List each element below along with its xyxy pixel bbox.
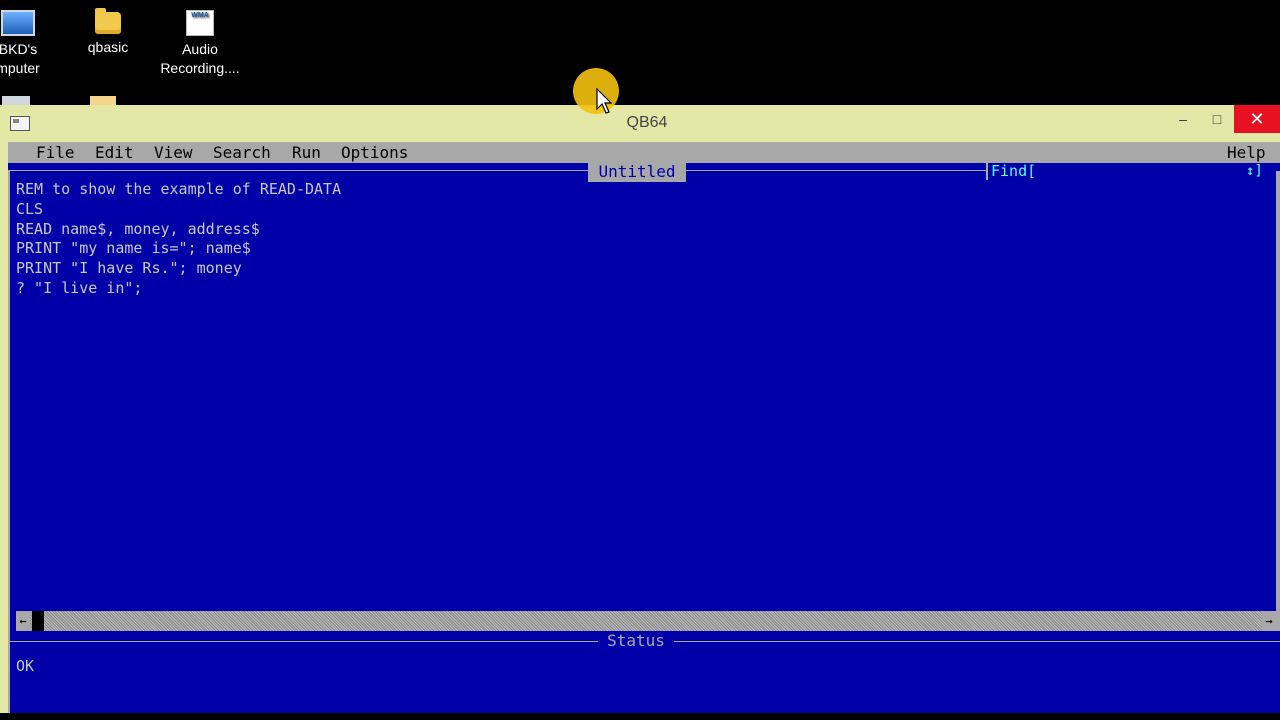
audio-file-icon: WMA [186, 10, 214, 36]
desktop-icon-label: Audio [182, 41, 218, 57]
menu-bar: File Edit View Search Run Options Help [8, 142, 1280, 163]
maximize-button[interactable]: □ [1200, 105, 1234, 133]
desktop-icon-label: qbasic [87, 39, 129, 55]
horizontal-scrollbar[interactable]: ← → [16, 611, 1276, 631]
scroll-left-arrow-icon[interactable]: ← [16, 611, 30, 631]
folder-icon [95, 8, 121, 34]
code-line[interactable]: REM to show the example of READ-DATA [16, 180, 341, 200]
menu-search[interactable]: Search [213, 142, 271, 163]
editor-left-border [8, 171, 10, 713]
desktop-icon-audio-recording[interactable]: WMA Audio Recording.... [150, 10, 250, 78]
find-label: Find[ [991, 162, 1037, 180]
status-title: Status [607, 631, 665, 650]
folder-icon[interactable] [90, 96, 116, 105]
editor-title: Untitled [588, 161, 686, 182]
window-bottom-edge [0, 713, 1280, 720]
find-arrows-icon[interactable]: ↕] [1246, 161, 1263, 182]
recycle-bin-icon[interactable] [2, 96, 30, 105]
menu-help[interactable]: Help [1227, 142, 1266, 163]
title-bar[interactable]: QB64 – □ ✕ [0, 105, 1280, 142]
close-button[interactable]: ✕ [1234, 105, 1280, 133]
editor-frame-top [686, 170, 988, 171]
computer-icon [1, 10, 35, 36]
code-editor[interactable]: REM to show the example of READ-DATA CLS… [16, 180, 341, 299]
menu-options[interactable]: Options [341, 142, 408, 163]
desktop-icon-label: mputer [0, 60, 40, 76]
desktop-icon-qbasic[interactable]: qbasic [58, 8, 158, 57]
status-text: OK [16, 657, 35, 675]
menu-run[interactable]: Run [292, 142, 321, 163]
mouse-pointer-icon [596, 88, 612, 114]
menu-file[interactable]: File [36, 142, 75, 163]
find-box[interactable]: Find[ ↕] [986, 161, 1280, 182]
editor-frame-top [8, 170, 588, 171]
menu-view[interactable]: View [154, 142, 193, 163]
qb64-console: File Edit View Search Run Options Help U… [8, 142, 1280, 713]
code-line[interactable]: ? "I live in"; [16, 279, 341, 299]
qb64-window: QB64 – □ ✕ File Edit View Search Run Opt… [0, 105, 1280, 720]
window-title: QB64 [626, 114, 668, 131]
scroll-thumb[interactable] [32, 611, 44, 631]
status-frame-line [8, 641, 598, 642]
scroll-right-arrow-icon[interactable]: → [1262, 611, 1276, 631]
find-separator [986, 163, 988, 180]
menu-edit[interactable]: Edit [95, 142, 134, 163]
code-line[interactable]: PRINT "my name is="; name$ [16, 239, 341, 259]
code-line[interactable]: READ name$, money, address$ [16, 220, 341, 240]
minimize-button[interactable]: – [1166, 105, 1200, 133]
desktop-icon-label: Recording.... [160, 60, 240, 76]
code-line[interactable]: PRINT "I have Rs."; money [16, 259, 341, 279]
status-frame-line [674, 641, 1280, 642]
wma-badge: WMA [191, 12, 209, 19]
code-line[interactable]: CLS [16, 200, 341, 220]
vertical-scrollbar[interactable] [1276, 171, 1280, 631]
